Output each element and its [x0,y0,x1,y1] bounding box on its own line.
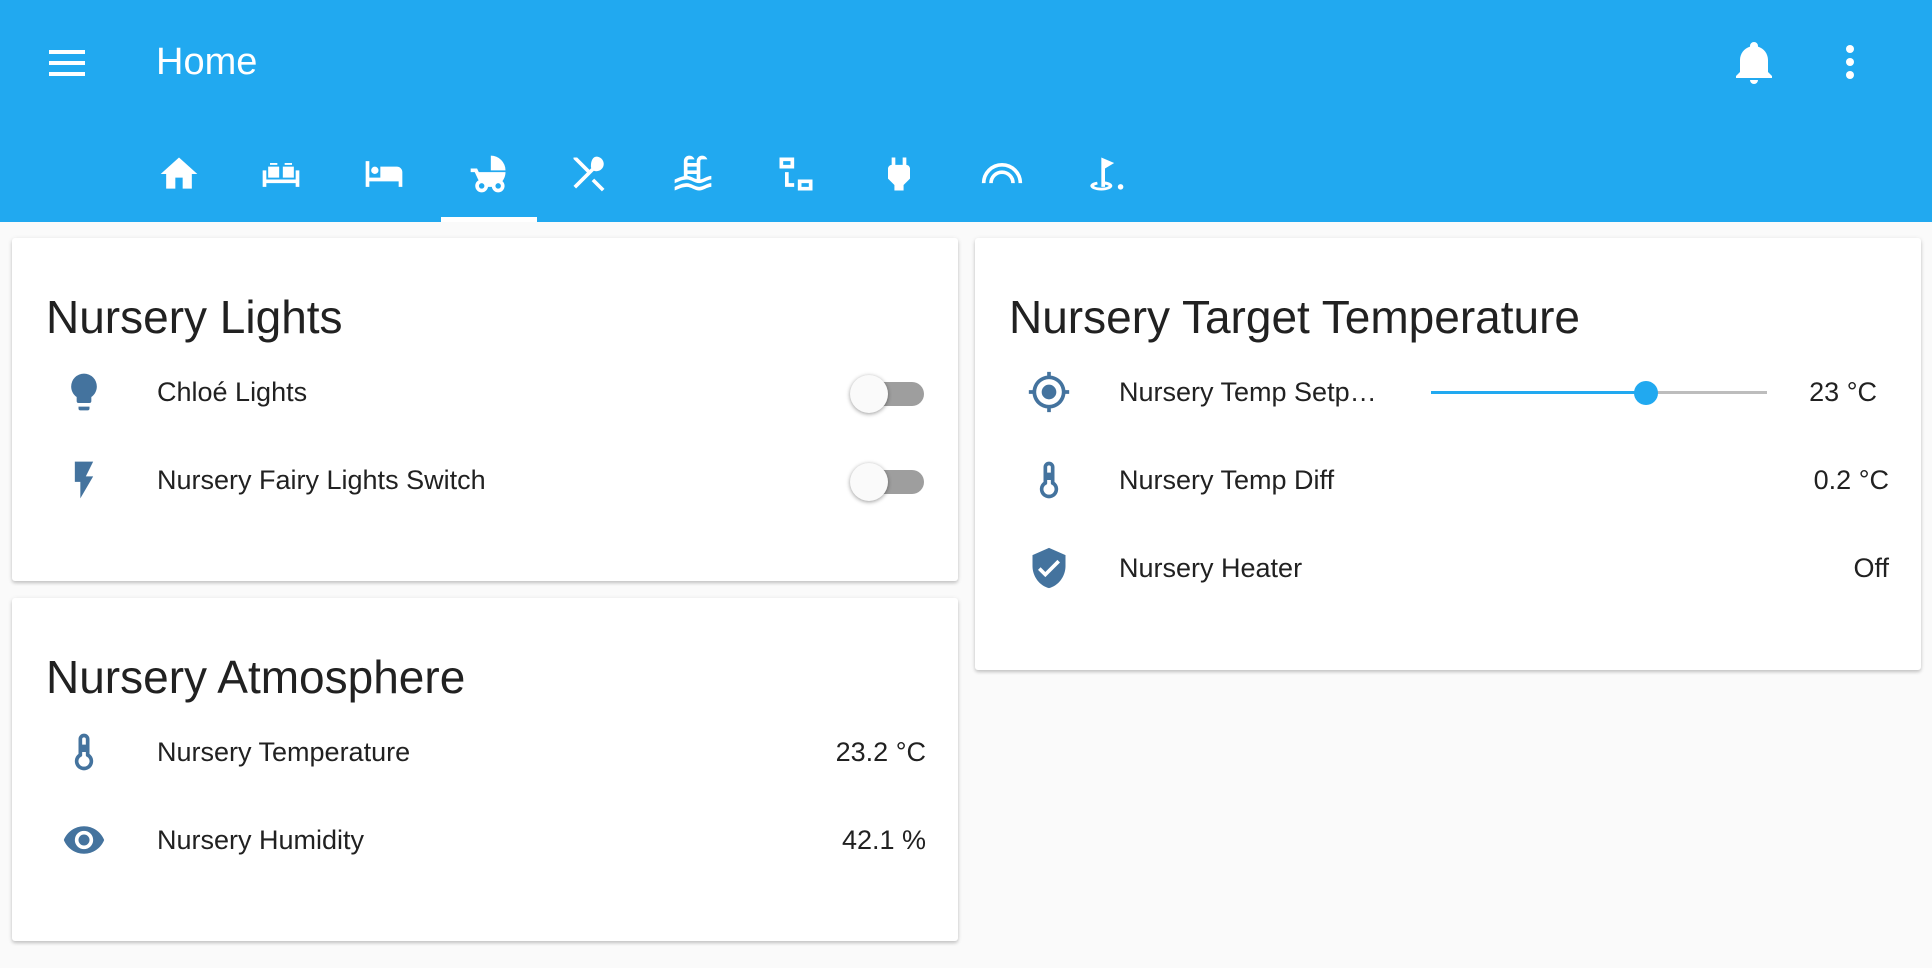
tab-kitchen[interactable] [542,140,638,222]
shield-check-icon [1032,547,1066,589]
entity-row[interactable]: Nursery Temperature 23.2 °C [12,722,958,782]
tab-outdoor[interactable] [954,140,1050,222]
thermometer-icon [1039,461,1059,499]
network-icon [779,157,813,191]
arch-icon [981,163,1023,184]
thermometer-icon [74,733,94,771]
tab-pool[interactable] [645,140,741,222]
page-title: Home [156,41,258,83]
silverware-icon [573,156,605,192]
entity-row: Nursery Fairy Lights Switch [12,450,958,510]
entity-label: Nursery Heater [1119,553,1303,583]
card-title: Nursery Lights [46,291,343,343]
power-plug-icon [888,157,910,191]
entity-value: 23 °C [1809,377,1877,407]
entity-value: 0.2 °C [1813,465,1889,495]
entity-label: Nursery Temp Setp… [1119,377,1377,407]
dots-vertical-icon[interactable] [1836,38,1864,86]
entity-row[interactable]: Nursery Heater Off [975,538,1921,598]
bed-icon [365,161,403,187]
baby-carriage-icon [470,155,506,193]
tab-bedroom[interactable] [336,140,432,222]
active-tab-indicator [441,217,537,222]
setpoint-slider[interactable] [1431,362,1767,422]
card-title: Nursery Target Temperature [1009,291,1581,343]
toggle-thumb [850,463,888,501]
tab-home[interactable] [131,140,227,222]
pool-icon [674,155,712,191]
entity-value: 42.1 % [841,825,926,855]
bell-icon[interactable] [1730,38,1778,86]
lights-card: Nursery Lights Chloé Lights Nursery Fair… [12,238,958,581]
slider-knob[interactable] [1634,381,1658,405]
entity-label: Chloé Lights [157,377,308,407]
tab-living-room[interactable] [233,140,329,222]
lightbulb-icon [71,373,97,411]
card-title: Nursery Atmosphere [46,651,466,703]
entity-row: Nursery Temp Setp… 23 °C [975,362,1921,422]
tab-nursery[interactable] [441,140,537,222]
entity-value: 23.2 °C [835,737,926,767]
tab-golf[interactable] [1057,140,1153,222]
flash-icon [74,461,94,499]
chloe-lights-toggle[interactable] [850,375,926,413]
eye-icon [63,826,105,854]
entity-row: Chloé Lights [12,362,958,422]
entity-label: Nursery Temp Diff [1119,465,1335,495]
atmosphere-card: Nursery Atmosphere Nursery Temperature 2… [12,598,958,941]
menu-icon[interactable] [46,46,90,80]
tab-power[interactable] [851,140,947,222]
target-temperature-card: Nursery Target Temperature Nursery Temp … [975,238,1921,670]
entity-value: Off [1853,553,1889,583]
tab-network[interactable] [748,140,844,222]
entity-row[interactable]: Nursery Humidity 42.1 % [12,810,958,870]
app-header: Home [0,0,1932,222]
entity-row[interactable]: Nursery Temp Diff 0.2 °C [975,450,1921,510]
fairy-lights-toggle[interactable] [850,463,926,501]
entity-label: Nursery Temperature [157,737,411,767]
home-icon [160,157,198,189]
crosshairs-gps-icon [1028,371,1070,413]
entity-label: Nursery Fairy Lights Switch [157,465,486,495]
golf-icon [1090,157,1124,191]
slider-fill [1431,391,1646,394]
sofa-icon [262,163,300,187]
entity-label: Nursery Humidity [157,825,365,855]
toggle-thumb [850,375,888,413]
